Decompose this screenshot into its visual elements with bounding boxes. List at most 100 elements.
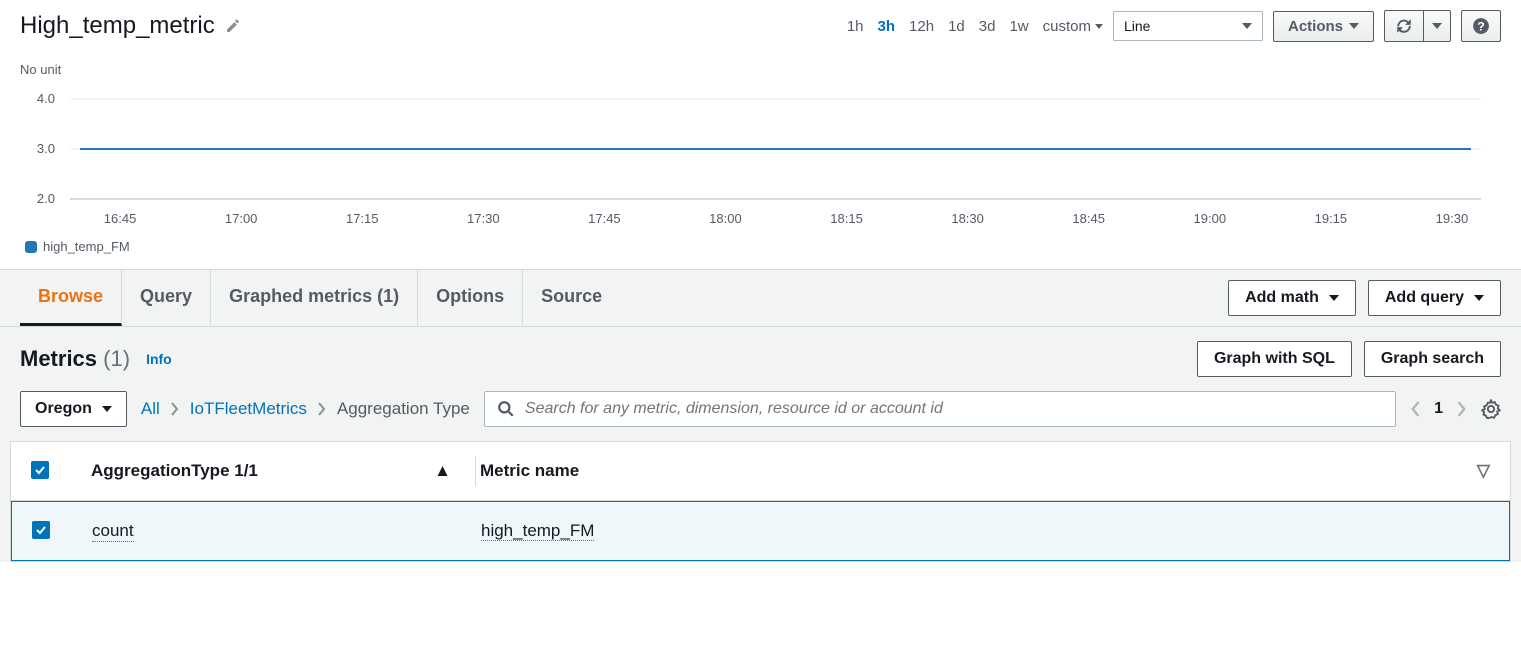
svg-text:18:45: 18:45 (1072, 211, 1105, 226)
svg-text:17:30: 17:30 (467, 211, 500, 226)
col-aggregation-type[interactable]: AggregationType 1/1 ▲ (91, 461, 471, 481)
col-agg-label: AggregationType 1/1 (91, 461, 258, 481)
settings-icon[interactable] (1481, 399, 1501, 419)
check-icon (35, 524, 47, 536)
row-checkbox[interactable] (32, 521, 50, 539)
line-chart[interactable]: 4.0 3.0 2.0 16:45 17:00 17:15 17:30 17:4… (20, 85, 1501, 235)
time-range-3d[interactable]: 3d (979, 18, 996, 35)
actions-label: Actions (1288, 18, 1343, 35)
metrics-table: AggregationType 1/1 ▲ Metric name ▽ coun… (10, 441, 1511, 562)
caret-down-icon (1432, 23, 1442, 29)
search-input[interactable] (525, 400, 1383, 418)
breadcrumb-current: Aggregation Type (337, 399, 470, 419)
page-prev[interactable] (1410, 401, 1420, 417)
search-icon (497, 400, 515, 418)
tab-browse[interactable]: Browse (20, 270, 122, 326)
lower-panel: Browse Query Graphed metrics (1) Options… (0, 269, 1521, 562)
tab-graphed-metrics[interactable]: Graphed metrics (1) (211, 270, 418, 326)
refresh-icon (1395, 17, 1413, 35)
time-range-3h[interactable]: 3h (878, 18, 896, 35)
graph-with-sql-button[interactable]: Graph with SQL (1197, 341, 1352, 377)
info-link[interactable]: Info (146, 351, 172, 367)
time-range-1d[interactable]: 1d (948, 18, 965, 35)
filter-row: Oregon All IoTFleetMetrics Aggregation T… (0, 391, 1521, 441)
breadcrumb-all[interactable]: All (141, 399, 160, 419)
svg-text:?: ? (1477, 20, 1485, 34)
chevron-right-icon (170, 402, 180, 416)
refresh-dropdown-button[interactable] (1424, 10, 1451, 42)
add-math-button[interactable]: Add math (1228, 280, 1356, 316)
time-range-picker: 1h 3h 12h 1d 3d 1w custom (847, 18, 1103, 35)
edit-title-icon[interactable] (225, 18, 241, 34)
page-title: High_temp_metric (20, 12, 215, 40)
svg-text:19:00: 19:00 (1194, 211, 1227, 226)
chart-area: No unit 4.0 3.0 2.0 16:45 17:00 17:15 17… (0, 52, 1521, 259)
sort-asc-icon: ▲ (434, 461, 451, 481)
y-tick-4: 4.0 (37, 91, 55, 106)
select-all-cell (31, 461, 91, 481)
svg-text:17:15: 17:15 (346, 211, 379, 226)
select-all-checkbox[interactable] (31, 461, 49, 479)
legend-label: high_temp_FM (43, 239, 130, 254)
svg-text:16:45: 16:45 (104, 211, 137, 226)
refresh-button[interactable] (1384, 10, 1424, 42)
metrics-title: Metrics (1) (20, 346, 130, 372)
svg-text:17:45: 17:45 (588, 211, 621, 226)
chart-type-select[interactable]: Line (1113, 11, 1263, 41)
table-row[interactable]: count high_temp_FM (11, 501, 1510, 561)
pager: 1 (1410, 400, 1467, 418)
tabs-row: Browse Query Graphed metrics (1) Options… (0, 270, 1521, 327)
caret-down-icon (1095, 24, 1103, 29)
chart-type-value: Line (1124, 18, 1150, 34)
title-wrap: High_temp_metric (20, 12, 837, 40)
region-value: Oregon (35, 400, 92, 418)
table-header: AggregationType 1/1 ▲ Metric name ▽ (11, 442, 1510, 501)
row-agg-value: count (92, 521, 472, 542)
chart-legend: high_temp_FM (20, 239, 1501, 254)
col-menu[interactable]: ▽ (1450, 461, 1490, 481)
graph-search-button[interactable]: Graph search (1364, 341, 1501, 377)
y-tick-3: 3.0 (37, 141, 55, 156)
legend-swatch (25, 241, 37, 253)
tab-query[interactable]: Query (122, 270, 211, 326)
time-range-12h[interactable]: 12h (909, 18, 934, 35)
tab-source[interactable]: Source (523, 270, 620, 326)
y-axis-unit: No unit (20, 62, 1501, 77)
column-divider (475, 456, 476, 486)
custom-label: custom (1043, 18, 1091, 35)
svg-text:18:15: 18:15 (830, 211, 863, 226)
tab-options[interactable]: Options (418, 270, 523, 326)
tabs: Browse Query Graphed metrics (1) Options… (20, 270, 1228, 326)
breadcrumb-namespace[interactable]: IoTFleetMetrics (190, 399, 307, 419)
svg-text:19:15: 19:15 (1315, 211, 1348, 226)
add-math-label: Add math (1245, 289, 1319, 307)
top-bar: High_temp_metric 1h 3h 12h 1d 3d 1w cust… (0, 0, 1521, 52)
time-range-1w[interactable]: 1w (1009, 18, 1028, 35)
search-box[interactable] (484, 391, 1396, 427)
y-tick-2: 2.0 (37, 191, 55, 206)
help-icon: ? (1472, 17, 1490, 35)
time-range-custom[interactable]: custom (1043, 18, 1103, 35)
caret-down-icon (1329, 295, 1339, 301)
tab-actions: Add math Add query (1228, 270, 1501, 326)
metrics-header: Metrics (1) Info Graph with SQL Graph se… (0, 327, 1521, 391)
add-query-button[interactable]: Add query (1368, 280, 1501, 316)
col-metric-name[interactable]: Metric name (480, 461, 1450, 481)
page-next[interactable] (1457, 401, 1467, 417)
region-select[interactable]: Oregon (20, 391, 127, 427)
check-icon (34, 464, 46, 476)
svg-text:17:00: 17:00 (225, 211, 258, 226)
page-number: 1 (1434, 400, 1443, 418)
metrics-count: (1) (103, 346, 130, 371)
row-metric-value: high_temp_FM (481, 521, 1449, 541)
caret-down-icon (1474, 295, 1484, 301)
add-query-label: Add query (1385, 289, 1464, 307)
chevron-right-icon (317, 402, 327, 416)
time-range-1h[interactable]: 1h (847, 18, 864, 35)
breadcrumb: All IoTFleetMetrics Aggregation Type (141, 399, 470, 419)
caret-down-icon (102, 406, 112, 412)
actions-button[interactable]: Actions (1273, 11, 1374, 42)
help-button[interactable]: ? (1461, 10, 1501, 42)
row-check-cell (32, 521, 92, 541)
refresh-group (1384, 10, 1451, 42)
